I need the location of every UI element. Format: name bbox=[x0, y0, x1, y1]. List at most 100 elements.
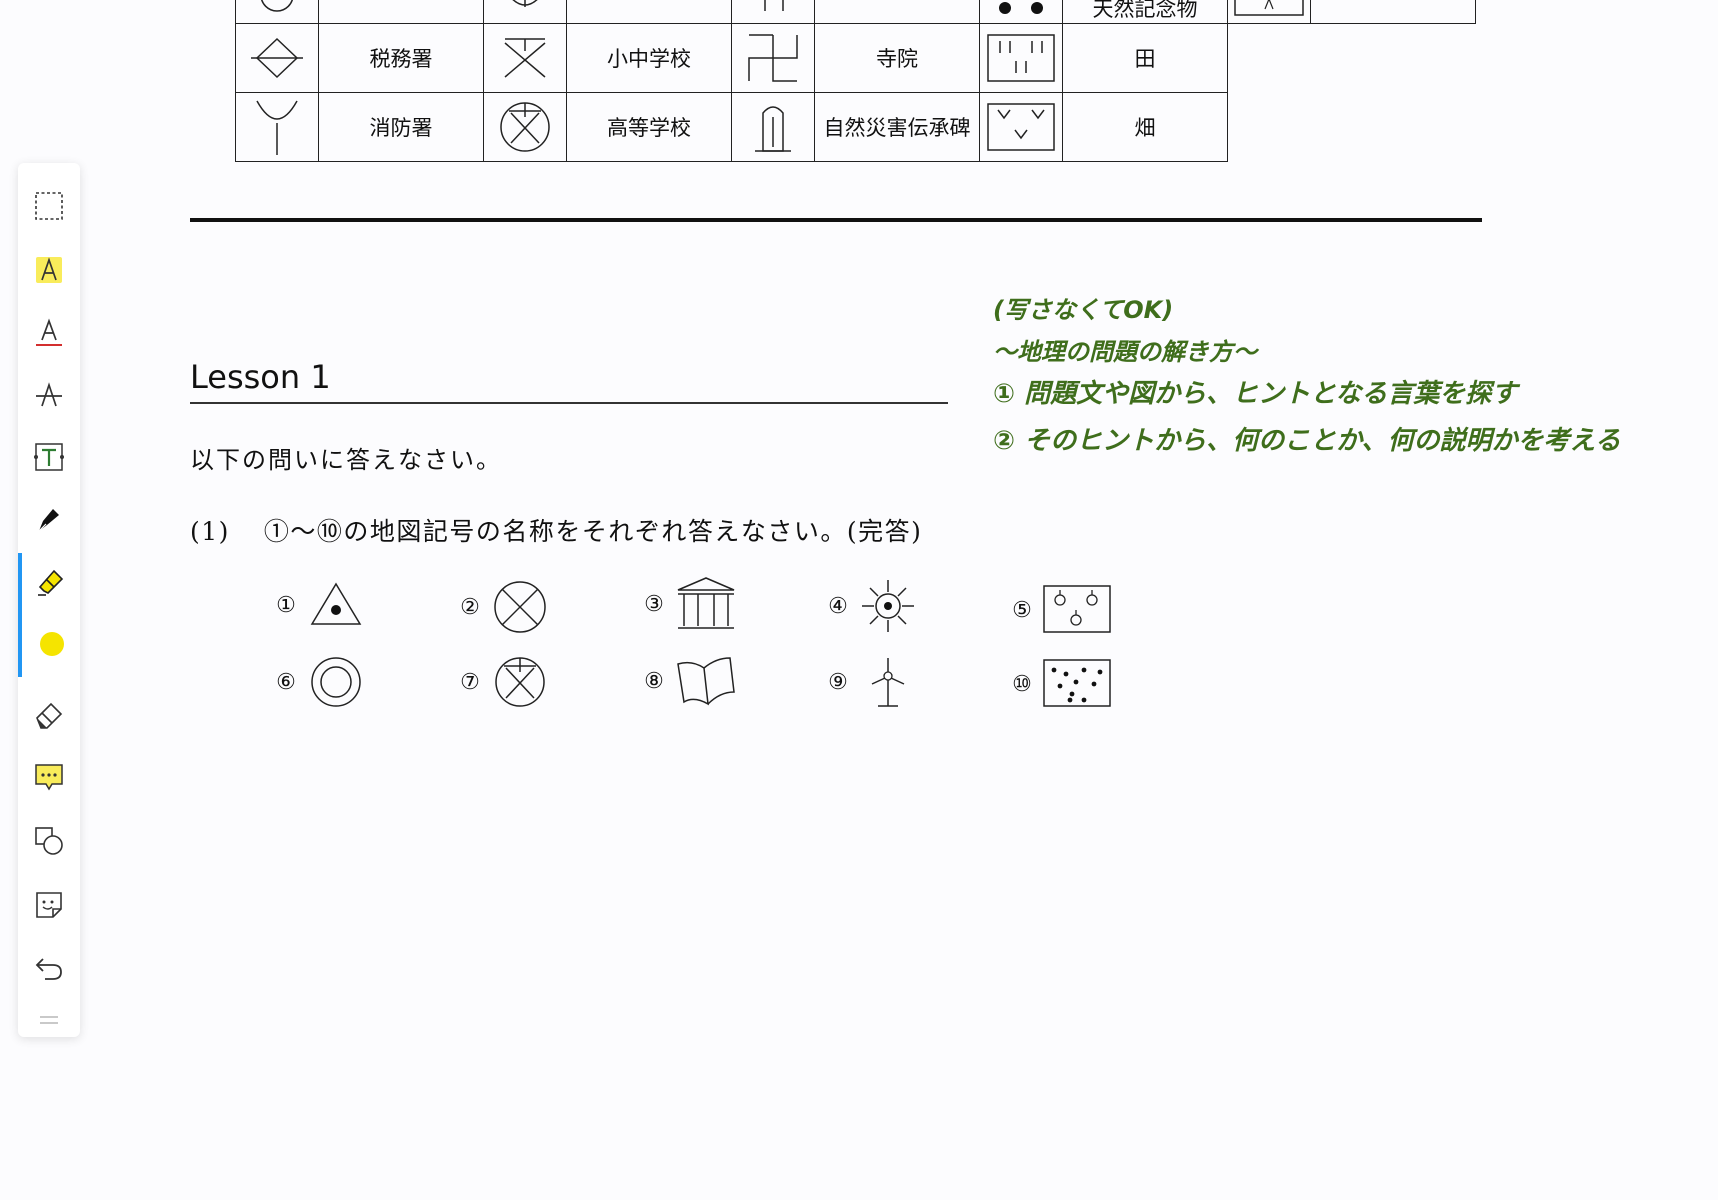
triangle-dot-icon bbox=[310, 582, 362, 625]
color-yellow-icon bbox=[40, 632, 64, 656]
tax-office-icon bbox=[251, 37, 303, 79]
pen-icon bbox=[38, 509, 59, 532]
highlight-text-icon bbox=[36, 257, 62, 283]
rice-field-icon bbox=[987, 34, 1055, 82]
temple-icon bbox=[748, 34, 798, 82]
quiz-symbol-7: ⑦ bbox=[450, 654, 550, 710]
symbol-number: ① bbox=[276, 592, 296, 618]
table-symbol-cell bbox=[979, 0, 1063, 24]
quiz-symbol-9: ⑨ bbox=[818, 654, 918, 710]
symbol-number: ⑨ bbox=[828, 669, 848, 695]
highlight-color-swatch[interactable] bbox=[39, 631, 65, 661]
comment-tool[interactable] bbox=[18, 749, 80, 805]
lasso-select-tool[interactable] bbox=[18, 178, 80, 234]
windmill-icon bbox=[871, 658, 905, 707]
table-symbol-cell bbox=[483, 0, 567, 24]
symbol-number: ⑥ bbox=[276, 669, 296, 695]
text-box-tool[interactable] bbox=[18, 429, 80, 485]
partial-circle-icon bbox=[261, 0, 293, 12]
pen-tool[interactable] bbox=[18, 491, 80, 547]
shapes-icon bbox=[35, 827, 63, 855]
document-page: 天然記念物 税務署 小中学校 寺院 田 消防署 高等学校 自然災害伝承碑 畑 L… bbox=[0, 0, 1718, 1200]
table-symbol-cell bbox=[979, 23, 1063, 93]
eraser-icon bbox=[36, 702, 63, 729]
symbol-number: ② bbox=[460, 594, 480, 620]
symbol-number: ⑤ bbox=[1012, 597, 1032, 623]
quiz-symbol-2: ② bbox=[450, 578, 550, 636]
quiz-symbol-10: ⑩ bbox=[1002, 658, 1112, 710]
table-name-cell: 税務署 bbox=[318, 23, 484, 93]
table-symbol-cell bbox=[979, 92, 1063, 162]
school-icon bbox=[504, 38, 546, 78]
table-name-cell: 高等学校 bbox=[566, 92, 732, 162]
table-symbol-cell bbox=[731, 0, 815, 24]
strikethrough-text-icon bbox=[36, 382, 62, 407]
question-1: (1) ①～⑩の地図記号の名称をそれぞれ答えなさい。(完答) bbox=[190, 512, 922, 548]
instruction-text: 以下の問いに答えなさい。 bbox=[190, 446, 502, 474]
table-symbol-cell bbox=[235, 23, 319, 93]
note-line-3: ① 問題文や図から、ヒントとなる言葉を探す bbox=[993, 379, 1518, 409]
table-symbol-cell bbox=[235, 0, 319, 24]
table-name-cell bbox=[1310, 0, 1476, 24]
farm-field-icon bbox=[987, 103, 1055, 151]
table-name-cell: 寺院 bbox=[814, 23, 980, 93]
double-circle-icon bbox=[311, 657, 361, 707]
section-divider bbox=[190, 218, 1482, 222]
open-book-icon bbox=[677, 657, 735, 706]
sticker-icon bbox=[36, 892, 62, 918]
museum-icon bbox=[677, 577, 735, 629]
quiz-symbol-4: ④ bbox=[818, 578, 918, 634]
table-row: 天然記念物 bbox=[235, 0, 1476, 24]
highlighter-icon bbox=[38, 569, 64, 596]
symbol-number: ③ bbox=[644, 591, 664, 617]
table-name-cell bbox=[318, 0, 484, 24]
handwritten-notes[interactable]: (写さなくてOK) ～地理の問題の解き方～ ① 問題文や図から、ヒントとなる言葉… bbox=[993, 290, 1621, 457]
strikethrough-text-tool[interactable] bbox=[18, 367, 80, 423]
table-symbol-cell bbox=[731, 23, 815, 93]
high-school-icon bbox=[500, 102, 550, 152]
table-symbol-cell bbox=[235, 92, 319, 162]
highlight-text-tool[interactable] bbox=[18, 242, 80, 298]
shapes-tool[interactable] bbox=[18, 813, 80, 869]
table-name-cell: 田 bbox=[1062, 23, 1228, 93]
question-number: (1) bbox=[190, 517, 230, 546]
circle-x-icon bbox=[494, 581, 546, 633]
eraser-tool[interactable] bbox=[18, 686, 80, 742]
table-name-cell bbox=[566, 0, 732, 24]
comment-icon bbox=[35, 764, 63, 791]
undo-button[interactable] bbox=[18, 941, 80, 997]
dots-icon bbox=[999, 2, 1043, 14]
table-name-cell: 自然災害伝承碑 bbox=[814, 92, 980, 162]
partial-circle-bar-icon bbox=[512, 0, 538, 7]
table-name-cell bbox=[814, 0, 980, 24]
lesson-title: Lesson 1 bbox=[190, 358, 331, 396]
map-symbol-table: 天然記念物 税務署 小中学校 寺院 田 消防署 高等学校 自然災害伝承碑 畑 bbox=[235, 0, 1476, 162]
quiz-symbol-6: ⑥ bbox=[266, 654, 366, 710]
sticker-tool[interactable] bbox=[18, 877, 80, 933]
symbol-number: ⑧ bbox=[644, 668, 664, 694]
annotation-toolbar bbox=[18, 163, 80, 1037]
undo-icon bbox=[35, 958, 62, 980]
note-line-4: ② そのヒントから、何のことか、何の説明かを考える bbox=[993, 426, 1621, 456]
table-name-cell: 天然記念物 bbox=[1062, 0, 1228, 24]
highlighter-tool-group[interactable] bbox=[18, 553, 80, 677]
orchard-icon bbox=[1043, 585, 1111, 633]
quiz-symbol-1: ① bbox=[266, 578, 366, 632]
partial-lines-icon bbox=[764, 0, 784, 11]
underline-text-icon bbox=[36, 318, 62, 346]
monument-icon bbox=[755, 106, 791, 152]
note-line-1: (写さなくてOK) bbox=[993, 296, 1174, 324]
table-symbol-cell bbox=[731, 92, 815, 162]
table-symbol-cell bbox=[483, 92, 567, 162]
toolbar-drag-handle[interactable] bbox=[40, 1016, 58, 1024]
quiz-symbol-3: ③ bbox=[634, 576, 738, 632]
symbol-number: ⑩ bbox=[1012, 671, 1032, 697]
underline-text-tool[interactable] bbox=[18, 305, 80, 361]
title-underline bbox=[190, 402, 948, 404]
highlighter-tool[interactable] bbox=[36, 565, 68, 601]
fire-station-icon bbox=[256, 100, 298, 155]
table-name-cell: 消防署 bbox=[318, 92, 484, 162]
quiz-symbol-8: ⑧ bbox=[634, 654, 738, 708]
table-name-cell: 畑 bbox=[1062, 92, 1228, 162]
monument-box-icon bbox=[1234, 0, 1304, 16]
